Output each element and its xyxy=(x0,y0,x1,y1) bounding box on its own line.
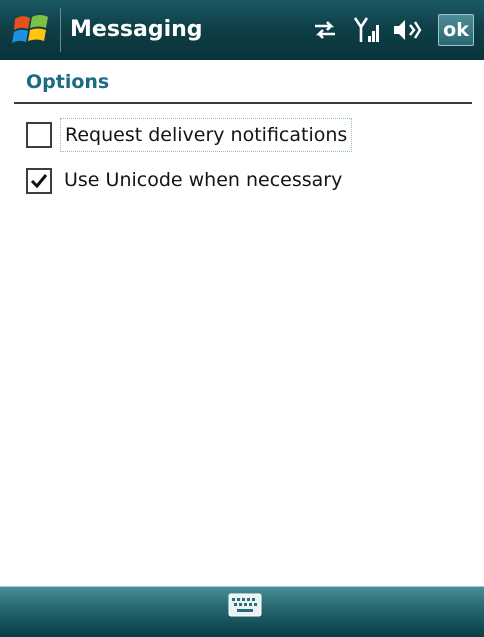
soft-key-bar xyxy=(0,583,484,637)
messaging-options-screen: Messaging ok Options Request delivery no… xyxy=(0,0,484,637)
use-unicode-option[interactable]: Use Unicode when necessary xyxy=(26,164,356,198)
title-bar: Messaging ok xyxy=(0,0,484,60)
use-unicode-checkbox[interactable] xyxy=(26,168,52,194)
windows-start-icon[interactable] xyxy=(10,10,54,50)
request-delivery-notifications-option[interactable]: Request delivery notifications xyxy=(26,118,356,152)
title-separator xyxy=(60,8,61,52)
ok-button[interactable]: ok xyxy=(438,14,474,46)
volume-icon[interactable] xyxy=(392,16,422,44)
keyboard-icon[interactable] xyxy=(228,593,262,617)
request-delivery-notifications-checkbox[interactable] xyxy=(26,122,52,148)
signal-strength-icon[interactable] xyxy=(353,16,380,44)
checkmark-icon xyxy=(30,174,48,189)
request-delivery-notifications-label[interactable]: Request delivery notifications xyxy=(60,118,353,152)
header-divider xyxy=(14,102,472,104)
connection-arrows-icon[interactable] xyxy=(311,16,339,44)
app-title: Messaging xyxy=(70,17,203,42)
page-title: Options xyxy=(26,71,110,93)
use-unicode-label[interactable]: Use Unicode when necessary xyxy=(60,164,346,198)
